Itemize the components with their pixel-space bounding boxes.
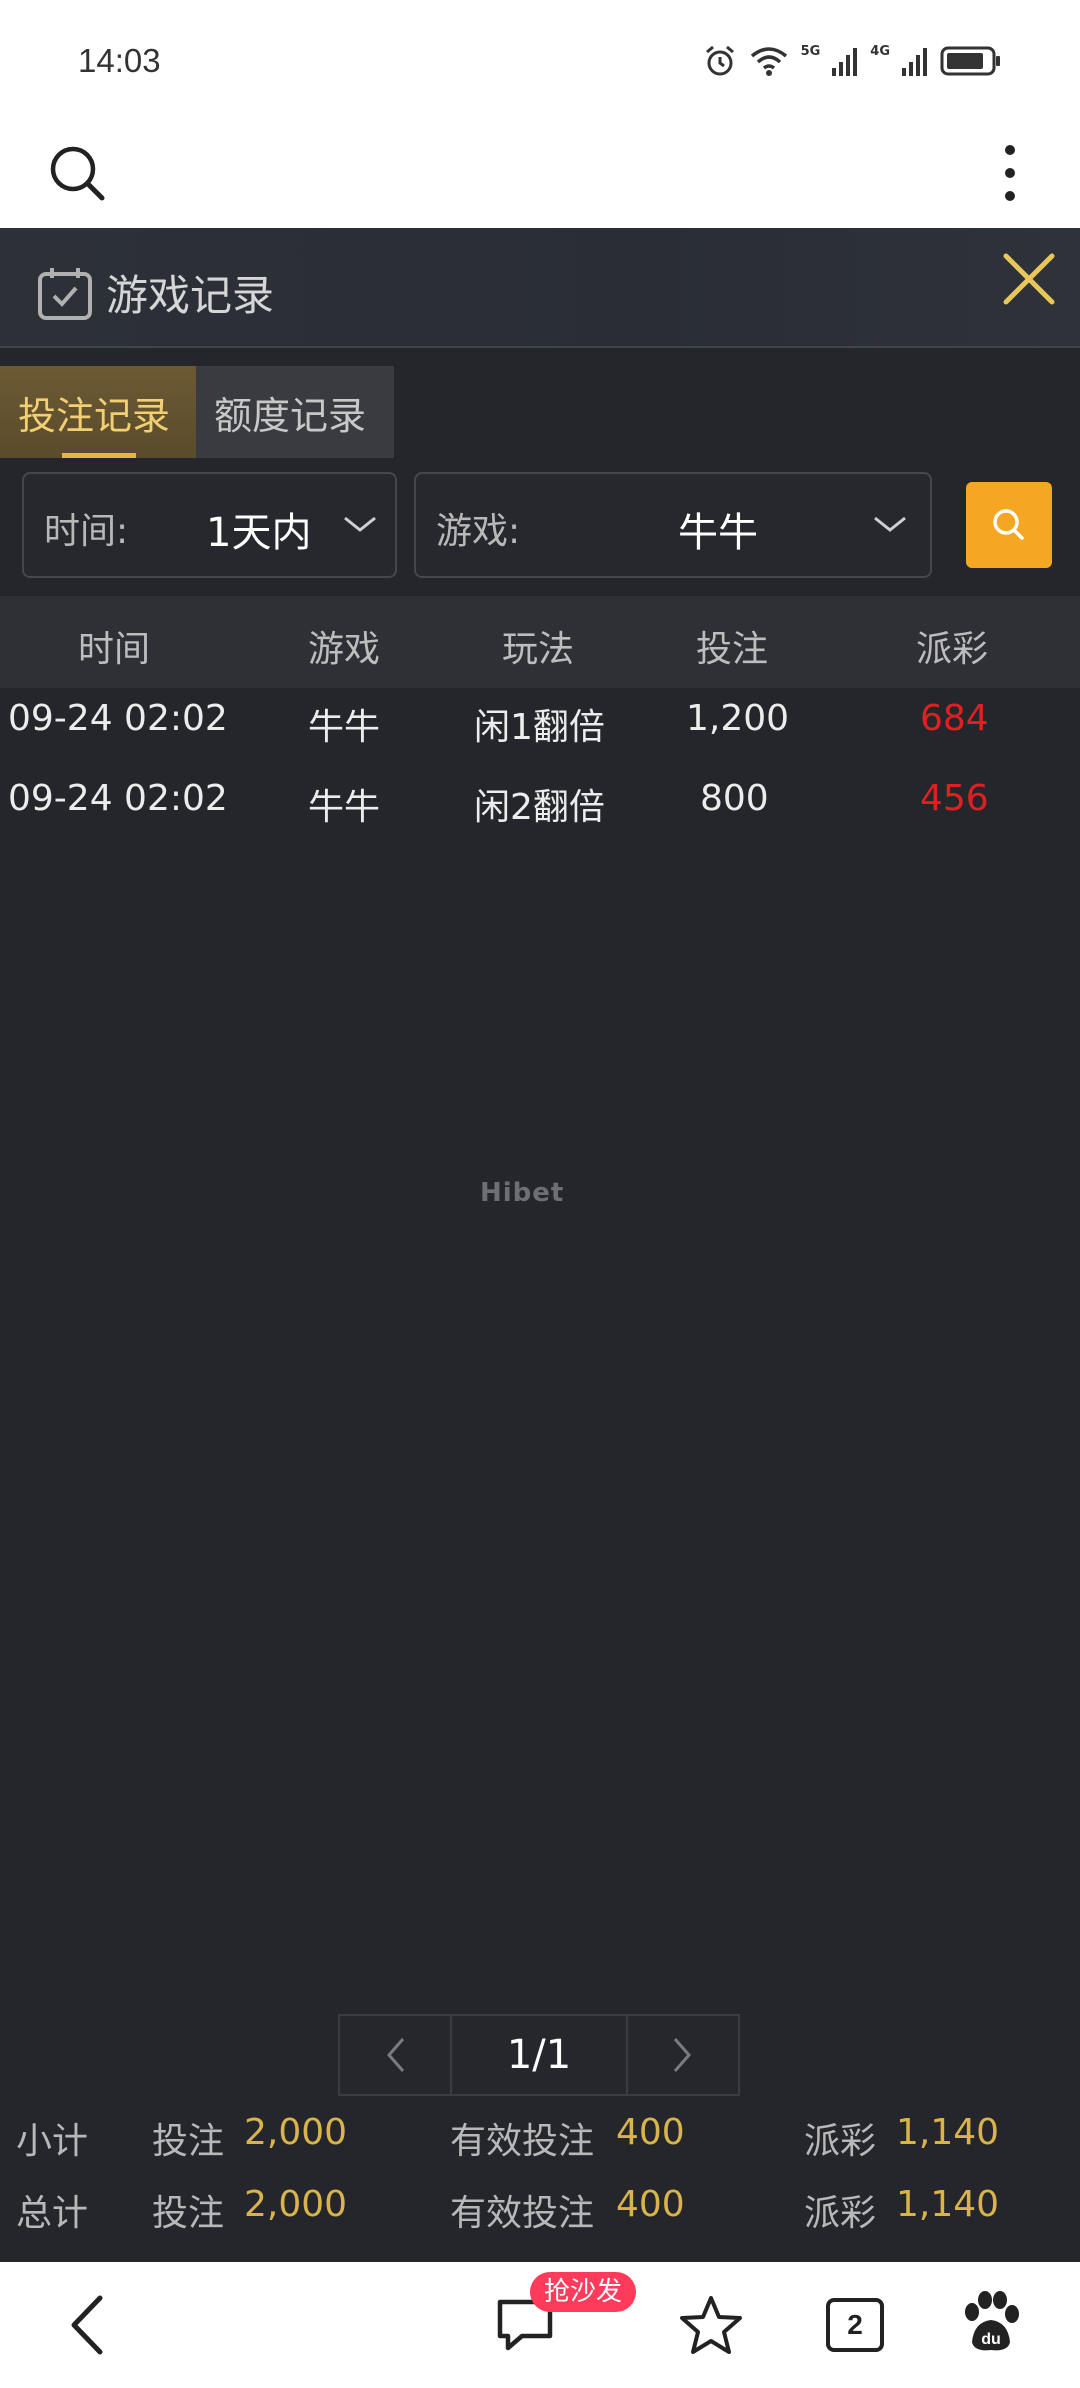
- star-icon[interactable]: [678, 2294, 744, 2356]
- search-icon[interactable]: [48, 144, 106, 202]
- table-row: 09-24 02:02 牛牛 闲2翻倍 800 456: [0, 766, 1080, 846]
- comment-badge: 抢沙发: [530, 2272, 637, 2312]
- battery-icon: [940, 46, 1000, 76]
- table-row: 09-24 02:02 牛牛 闲1翻倍 1,200 684: [0, 686, 1080, 766]
- time-filter-select[interactable]: 时间: 1天内: [22, 472, 397, 578]
- status-bar: 14:03 5G 4G: [0, 0, 1080, 120]
- pagination: 1/1: [338, 2014, 740, 2096]
- page-indicator: 1/1: [452, 2014, 626, 2096]
- game-filter-label: 游戏:: [436, 511, 521, 552]
- signal-5g-label: 5G: [800, 44, 821, 59]
- status-time: 14:03: [78, 42, 161, 79]
- total-label: 总计: [16, 2193, 89, 2234]
- status-icons: 5G 4G: [703, 44, 1002, 78]
- header-play: 玩法: [502, 629, 575, 670]
- cell-game: 牛牛: [308, 787, 381, 828]
- subtotal-valid-key: 有效投注: [450, 2121, 595, 2162]
- header-payout: 派彩: [916, 629, 989, 670]
- bottom-nav-bar: 抢沙发 2 du: [0, 2262, 1080, 2388]
- game-filter-value: 牛牛: [678, 510, 758, 556]
- cell-time: 09-24 02:02: [8, 698, 228, 739]
- signal-5g-icon: [832, 48, 858, 76]
- chevron-right-icon: [673, 2038, 691, 2072]
- total-row: 总计 投注 2,000 有效投注 400 派彩 1,140: [0, 2176, 1080, 2236]
- record-tabs: 投注记录 额度记录: [0, 366, 394, 458]
- cell-payout: 684: [920, 698, 989, 739]
- total-payout-value: 1,140: [896, 2184, 1000, 2225]
- header-time: 时间: [78, 629, 151, 670]
- search-icon: [993, 509, 1024, 540]
- panel-header: 游戏记录: [0, 228, 1080, 348]
- cell-time: 09-24 02:02: [8, 778, 228, 819]
- back-arrow-icon[interactable]: [60, 2292, 116, 2358]
- search-button[interactable]: [966, 482, 1052, 568]
- cell-payout: 456: [920, 778, 989, 819]
- alarm-icon: [705, 45, 734, 76]
- svg-text:du: du: [981, 2331, 1001, 2348]
- header-bet: 投注: [696, 629, 769, 670]
- time-filter-label: 时间:: [44, 511, 129, 552]
- signal-4g-icon: [902, 48, 927, 76]
- chevron-left-icon: [387, 2038, 405, 2072]
- signal-4g-label: 4G: [870, 44, 890, 59]
- records-icon: [38, 268, 92, 320]
- subtotal-row: 小计 投注 2,000 有效投注 400 派彩 1,140: [0, 2104, 1080, 2164]
- chevron-down-icon: [344, 516, 376, 532]
- panel-title: 游戏记录: [106, 271, 275, 320]
- subtotal-valid-value: 400: [616, 2112, 685, 2153]
- tabs-count-button[interactable]: 2: [826, 2298, 884, 2352]
- wifi-icon: [750, 47, 787, 76]
- cell-play: 闲2翻倍: [474, 787, 605, 828]
- subtotal-bet-value: 2,000: [244, 2112, 348, 2153]
- prev-page-button[interactable]: [338, 2014, 452, 2096]
- subtotal-payout-value: 1,140: [896, 2112, 1000, 2153]
- cell-play: 闲1翻倍: [474, 707, 605, 748]
- subtotal-payout-key: 派彩: [804, 2121, 877, 2162]
- time-filter-value: 1天内: [206, 510, 312, 556]
- tab-credit-records[interactable]: 额度记录: [196, 366, 394, 458]
- cell-bet: 800: [700, 778, 769, 819]
- chevron-down-icon: [874, 516, 906, 532]
- more-menu-icon[interactable]: [1000, 142, 1020, 204]
- total-payout-key: 派彩: [804, 2193, 877, 2234]
- total-bet-value: 2,000: [244, 2184, 348, 2225]
- browser-top-bar: [0, 120, 1080, 228]
- game-records-panel: 游戏记录 投注记录 额度记录 时间: 1天内 游戏: 牛牛 时间 游戏 玩法 投…: [0, 228, 1080, 2262]
- subtotal-bet-key: 投注: [152, 2121, 225, 2162]
- total-bet-key: 投注: [152, 2193, 225, 2234]
- baidu-paw-icon[interactable]: du: [960, 2290, 1022, 2356]
- cell-bet: 1,200: [686, 698, 790, 739]
- cell-game: 牛牛: [308, 707, 381, 748]
- total-valid-key: 有效投注: [450, 2193, 595, 2234]
- next-page-button[interactable]: [626, 2014, 740, 2096]
- close-icon[interactable]: [998, 248, 1060, 310]
- table-header: 时间 游戏 玩法 投注 派彩: [0, 596, 1080, 688]
- watermark-logo: Hibet: [480, 1178, 565, 1208]
- header-game: 游戏: [308, 629, 381, 670]
- filter-bar: 时间: 1天内 游戏: 牛牛: [0, 472, 1080, 578]
- total-valid-value: 400: [616, 2184, 685, 2225]
- game-filter-select[interactable]: 游戏: 牛牛: [414, 472, 932, 578]
- tab-bet-records[interactable]: 投注记录: [0, 366, 196, 458]
- subtotal-label: 小计: [16, 2121, 89, 2162]
